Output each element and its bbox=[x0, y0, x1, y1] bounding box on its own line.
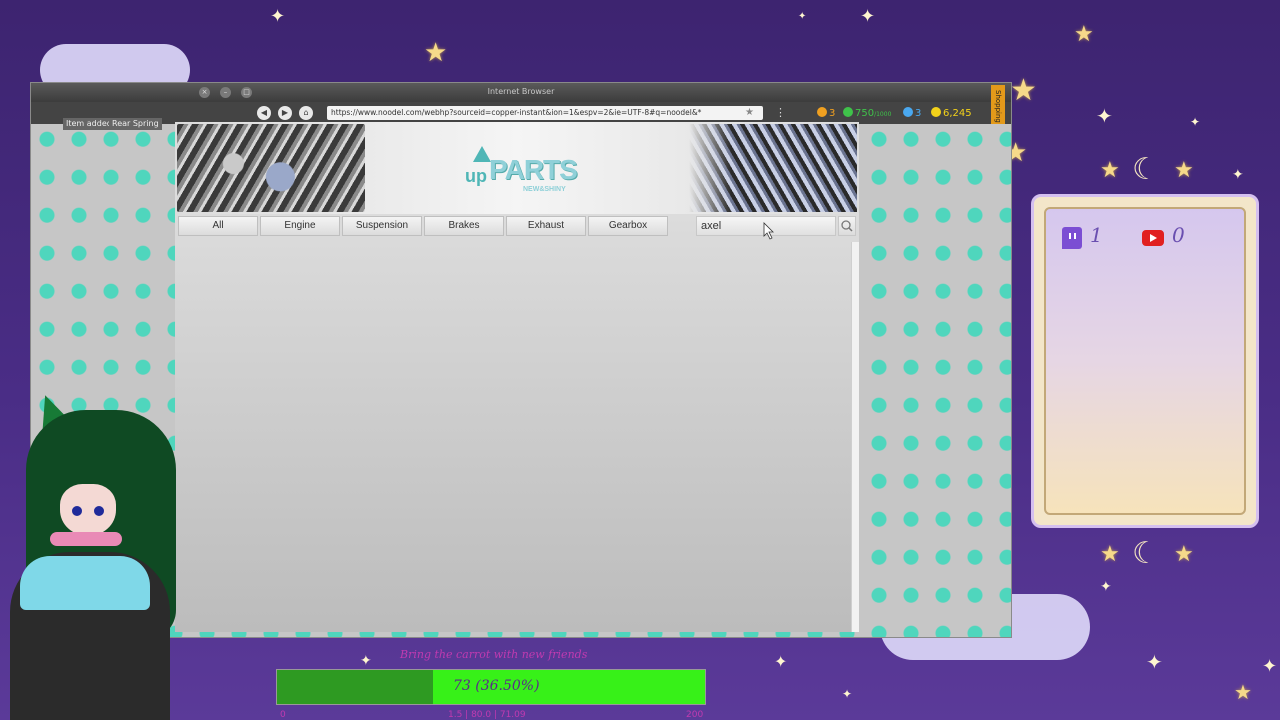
youtube-icon bbox=[1142, 230, 1164, 246]
bookmark-star-icon[interactable]: ★ bbox=[745, 106, 754, 120]
xp-stat: 750/1000 bbox=[843, 107, 891, 121]
goal-fill-previous bbox=[277, 670, 433, 704]
category-engine[interactable]: Engine bbox=[260, 216, 340, 236]
star-icon: ★ bbox=[424, 38, 448, 68]
search-button[interactable] bbox=[838, 216, 856, 236]
site-logo[interactable]: up PARTS NEW&SHINY bbox=[465, 146, 578, 198]
star-icon: ★ bbox=[1100, 542, 1120, 567]
star-icon: ★ bbox=[1010, 73, 1037, 108]
star-icon: ★ bbox=[1174, 542, 1194, 567]
star-icon: ★ bbox=[1100, 158, 1120, 183]
window-title: Internet Browser bbox=[487, 87, 555, 96]
sparkle-star-icon: ✦ bbox=[798, 11, 807, 22]
notice-item-added: Item added bbox=[63, 118, 115, 130]
logo-up-text: up bbox=[465, 166, 487, 186]
site-banner: up PARTS NEW&SHINY bbox=[175, 122, 859, 214]
twitch-count: 1 bbox=[1090, 223, 1103, 247]
back-icon[interactable]: ◀ bbox=[257, 106, 271, 120]
avatar-face bbox=[60, 484, 116, 536]
suspension-spring-image bbox=[689, 124, 857, 212]
level-stat: 3 bbox=[817, 107, 835, 120]
xp-unit: /1000 bbox=[874, 111, 892, 118]
goal-max-label: 200 bbox=[686, 710, 704, 720]
menu-kebab-icon[interactable]: ⋮ bbox=[775, 106, 786, 120]
sparkle-star-icon: ✦ bbox=[360, 653, 372, 669]
avatar-eye-right bbox=[94, 506, 104, 516]
avatar-eye-left bbox=[72, 506, 82, 516]
sparkle-star-icon: ✦ bbox=[1190, 115, 1201, 129]
logo-parts-text: PARTS bbox=[489, 154, 578, 185]
category-exhaust[interactable]: Exhaust bbox=[506, 216, 586, 236]
sparkle-star-icon: ✦ bbox=[1100, 579, 1112, 595]
star-icon: ★ bbox=[1074, 22, 1094, 47]
garage-icon bbox=[817, 107, 827, 117]
sparkle-star-icon: ✦ bbox=[1146, 650, 1163, 674]
goal-progress-bar: 73 (36.50%) bbox=[276, 669, 706, 705]
level-value: 3 bbox=[829, 108, 836, 119]
sparkle-star-icon: ✦ bbox=[774, 652, 788, 671]
moon-icon: ☾ bbox=[1132, 536, 1159, 571]
star-icon: ★ bbox=[1234, 680, 1252, 704]
avatar-top bbox=[20, 556, 150, 610]
moon-icon: ☾ bbox=[1132, 152, 1159, 187]
xp-value: 750 bbox=[855, 108, 875, 119]
web-page: up PARTS NEW&SHINY All Engine Suspension… bbox=[175, 122, 859, 632]
goal-mid-label: 1.5 | 80.0 | 71.09 bbox=[448, 710, 526, 720]
sparkle-star-icon: ✦ bbox=[860, 6, 876, 27]
sparkle-star-icon: ✦ bbox=[270, 6, 286, 27]
notice-item-name: Rear Spring bbox=[109, 118, 162, 130]
star-icon: ★ bbox=[1174, 158, 1194, 183]
sparkle-star-icon: ✦ bbox=[1096, 104, 1113, 128]
sparkle-star-icon: ✦ bbox=[1262, 656, 1278, 677]
vtuber-avatar bbox=[0, 389, 214, 720]
logo-subtitle: NEW&SHINY bbox=[523, 186, 566, 193]
mouse-cursor-icon bbox=[763, 222, 774, 240]
address-bar[interactable]: https://www.noodel.com/webhp?sourceid=co… bbox=[327, 106, 763, 120]
time-stat: 3 bbox=[903, 107, 921, 120]
search-icon bbox=[841, 220, 853, 232]
sparkle-star-icon: ✦ bbox=[842, 687, 853, 701]
clock-icon bbox=[903, 107, 913, 117]
coin-icon bbox=[931, 107, 941, 117]
category-all[interactable]: All bbox=[178, 216, 258, 236]
category-suspension[interactable]: Suspension bbox=[342, 216, 422, 236]
page-scrollbar[interactable] bbox=[851, 242, 859, 632]
goal-min-label: 0 bbox=[280, 710, 286, 720]
stream-stats-inner: 1 0 bbox=[1044, 207, 1246, 515]
title-bar: × – □ Internet Browser bbox=[31, 83, 1011, 102]
avatar-collar bbox=[50, 532, 122, 546]
money-value: 6,245 bbox=[943, 108, 972, 119]
goal-title: Bring the carrot with new friends bbox=[400, 648, 588, 661]
home-icon[interactable]: ⌂ bbox=[299, 106, 313, 120]
money-stat: 6,245 bbox=[931, 107, 972, 120]
engine-image bbox=[177, 124, 365, 212]
sparkle-star-icon: ✦ bbox=[1232, 167, 1244, 183]
forward-icon[interactable]: ▶ bbox=[278, 106, 292, 120]
category-gearbox[interactable]: Gearbox bbox=[588, 216, 668, 236]
stream-stats-panel: 1 0 bbox=[1031, 194, 1259, 528]
goal-progress-label: 73 (36.50%) bbox=[453, 678, 540, 694]
browser-toolbar: ◀ ▶ ⌂ https://www.noodel.com/webhp?sourc… bbox=[31, 102, 1011, 124]
twitch-icon bbox=[1062, 227, 1082, 249]
category-nav: All Engine Suspension Brakes Exhaust Gea… bbox=[178, 216, 856, 236]
youtube-count: 0 bbox=[1172, 223, 1185, 247]
xp-icon bbox=[843, 107, 853, 117]
category-brakes[interactable]: Brakes bbox=[424, 216, 504, 236]
time-value: 3 bbox=[915, 108, 922, 119]
